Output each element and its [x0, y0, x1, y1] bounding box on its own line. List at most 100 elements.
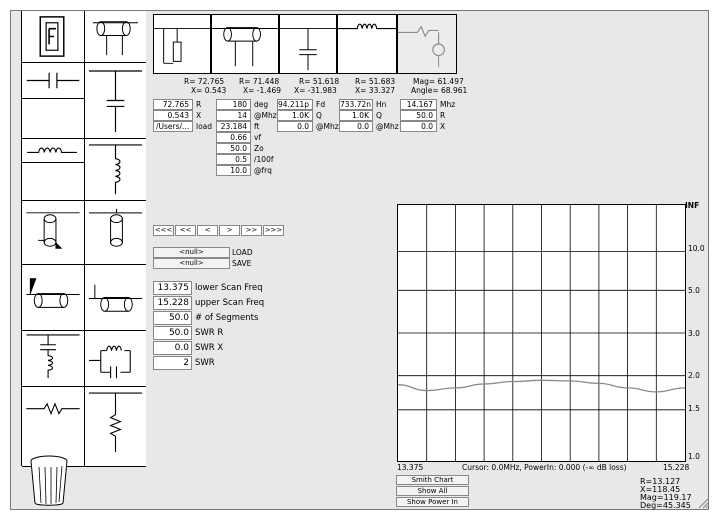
trash-can-icon[interactable]	[29, 455, 69, 507]
open-stub-icon[interactable]	[84, 201, 146, 265]
series-stub-open-icon[interactable]	[84, 265, 146, 331]
cap-mhz-label: @Mhz	[316, 122, 339, 131]
chain-series-inductor[interactable]	[337, 14, 397, 74]
file-block-icon[interactable]	[22, 11, 84, 63]
upper-scan-freq-label: upper Scan Freq	[195, 298, 265, 308]
readout-x-2: X= -1.469	[243, 86, 281, 95]
readout-r-4: R= 51.683	[355, 77, 396, 86]
hn-label: Hn	[376, 100, 387, 109]
load-file-button[interactable]: <null>	[153, 247, 230, 258]
ft-field[interactable]: 23.184	[216, 121, 251, 132]
mhz-field[interactable]: 14	[216, 110, 251, 121]
y-tick-3: 3.0	[688, 329, 700, 338]
chain-shunt-capacitor[interactable]	[279, 14, 337, 74]
empty-cell-icon	[22, 163, 84, 201]
shunt-inductor-icon[interactable]	[84, 139, 146, 201]
nav-next-button[interactable]: >	[219, 225, 240, 236]
swr-r-label: SWR R	[195, 328, 224, 338]
loss-field[interactable]: 0.5	[216, 154, 251, 165]
resize-grip-icon[interactable]	[697, 497, 709, 509]
swr-x-label: SWR X	[195, 343, 224, 353]
cursor-readout: Cursor: 0.0MHz, PowerIn: 0.000 (-∞ dB lo…	[462, 463, 627, 472]
fd-field[interactable]: 94.211p	[277, 99, 313, 110]
loss-label: /100f	[254, 155, 274, 164]
y-tick-2: 2.0	[688, 371, 700, 380]
y-tick-10: 10.0	[688, 244, 705, 253]
deg-label: deg	[254, 100, 269, 109]
ind-q-label: Q	[376, 111, 382, 120]
shunt-capacitor-icon[interactable]	[84, 63, 146, 139]
freq-field[interactable]: 14.167	[400, 99, 437, 110]
chain-file-block[interactable]	[153, 14, 211, 74]
series-capacitor-icon[interactable]	[22, 63, 84, 99]
readout-r-3: R= 51.618	[299, 77, 340, 86]
readout-x-3: X= -31.983	[294, 86, 337, 95]
hn-field[interactable]: 733.72n	[339, 99, 373, 110]
ind-mhz-label: @Mhz	[376, 122, 399, 131]
ind-mhz-field[interactable]: 0.0	[339, 121, 373, 132]
main-window: R= 72.765 X= 0.543 R= 71.448 X= -1.469 R…	[10, 10, 709, 510]
x-field[interactable]: 0.543	[153, 110, 193, 121]
save-file-label: SAVE	[232, 259, 252, 268]
shunt-lc-icon[interactable]	[22, 331, 84, 387]
transmission-line-icon[interactable]	[84, 11, 146, 63]
y-tick-inf: INF	[685, 201, 700, 210]
readout-x-4: X= 33.327	[355, 86, 396, 95]
lower-scan-freq-field[interactable]: 13.375	[153, 281, 192, 295]
tank-circuit-icon[interactable]	[84, 331, 146, 387]
component-palette	[21, 11, 146, 467]
ft-label: ft	[254, 122, 260, 131]
x-label: X	[196, 111, 202, 120]
cap-q-label: Q	[316, 111, 322, 120]
readout-r-2: R= 71.448	[239, 77, 280, 86]
readout-mag: Mag= 61.497	[413, 77, 464, 86]
swr-plot[interactable]	[397, 204, 686, 462]
series-stub-shorted-icon[interactable]	[22, 265, 84, 331]
shorted-stub-icon[interactable]	[22, 201, 84, 265]
nav-first-button[interactable]: <<<	[153, 225, 174, 236]
empty-cell-icon	[22, 99, 84, 139]
swr-field[interactable]: 2	[153, 356, 192, 370]
y-tick-5: 5.0	[688, 286, 700, 295]
load-file-label: LOAD	[232, 248, 253, 257]
deg-field[interactable]: 180	[216, 99, 251, 110]
save-file-button[interactable]: <null>	[153, 258, 230, 269]
frq-label: @frq	[254, 166, 272, 175]
swr-label: SWR	[195, 358, 215, 368]
frq-field[interactable]: 10.0	[216, 165, 251, 176]
swr-r-field[interactable]: 50.0	[153, 326, 192, 340]
load-x-field[interactable]: 0.0	[400, 121, 437, 132]
nav-prev-button[interactable]: <	[197, 225, 218, 236]
series-inductor-icon[interactable]	[22, 139, 84, 163]
nav-prev-fast-button[interactable]: <<	[175, 225, 196, 236]
cap-mhz-field[interactable]: 0.0	[277, 121, 313, 132]
nav-last-button[interactable]: >>>	[263, 225, 284, 236]
freq-label: Mhz	[440, 100, 456, 109]
y-tick-1: 1.0	[688, 452, 700, 461]
upper-scan-freq-field[interactable]: 15.228	[153, 296, 192, 310]
load-r-field[interactable]: 50.0	[400, 110, 437, 121]
vf-field[interactable]: 0.66	[216, 132, 251, 143]
cap-q-field[interactable]: 1.0K	[277, 110, 313, 121]
readout-x-1: X= 0.543	[191, 86, 227, 95]
segments-field[interactable]: 50.0	[153, 311, 192, 325]
segments-label: # of Segments	[195, 313, 259, 323]
chain-transmission-line[interactable]	[211, 14, 279, 74]
r-field[interactable]: 72.765	[153, 99, 193, 110]
fd-label: Fd	[316, 100, 326, 109]
smith-chart-button[interactable]: Smith Chart	[396, 475, 469, 485]
chain-load[interactable]	[397, 14, 457, 74]
load-label: load	[196, 122, 213, 131]
nav-next-fast-button[interactable]: >>	[241, 225, 262, 236]
show-all-button[interactable]: Show All	[396, 486, 469, 496]
load-file-field[interactable]: /Users/...	[153, 121, 193, 132]
swr-x-field[interactable]: 0.0	[153, 341, 192, 355]
ind-q-field[interactable]: 1.0K	[339, 110, 373, 121]
vf-label: vf	[254, 133, 262, 142]
readout-angle: Angle= 68.961	[411, 86, 468, 95]
shunt-resistor-icon[interactable]	[84, 387, 146, 467]
show-power-in-button[interactable]: Show Power In	[396, 497, 469, 507]
lower-scan-freq-label: lower Scan Freq	[195, 283, 263, 293]
zo-field[interactable]: 50.0	[216, 143, 251, 154]
mhz-label: @Mhz	[254, 111, 277, 120]
